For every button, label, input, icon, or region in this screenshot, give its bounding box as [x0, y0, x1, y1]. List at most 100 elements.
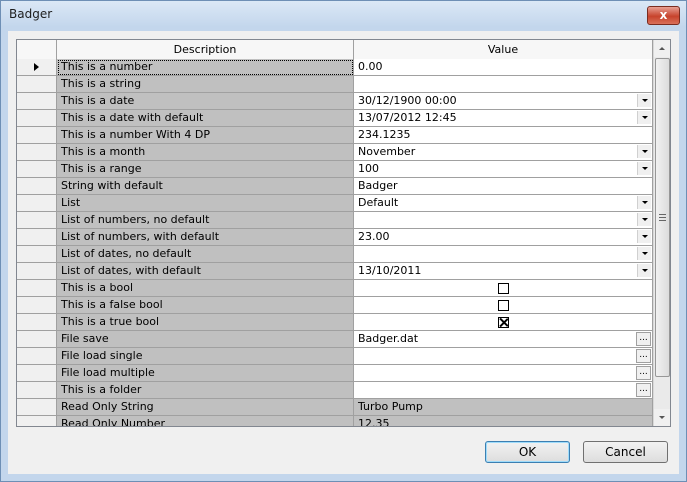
row-selector-cell[interactable]: [17, 297, 57, 314]
title-bar[interactable]: Badger x: [1, 1, 686, 27]
browse-button[interactable]: ...: [636, 332, 651, 346]
table-row[interactable]: This is a folder...: [17, 382, 653, 399]
dialog-window: Badger x Description Value This is a num…: [0, 0, 687, 482]
table-row[interactable]: File load multiple...: [17, 365, 653, 382]
row-selector-cell[interactable]: [17, 144, 57, 161]
table-row[interactable]: This is a true bool: [17, 314, 653, 331]
row-value-cell[interactable]: [354, 76, 653, 93]
scroll-down-icon[interactable]: [654, 409, 670, 426]
table-row[interactable]: This is a date with default 13/07/2012 12…: [17, 110, 653, 127]
row-selector-cell[interactable]: [17, 314, 57, 331]
row-selector-cell[interactable]: [17, 416, 57, 426]
close-icon: x: [659, 8, 668, 22]
row-selector-cell[interactable]: [17, 110, 57, 127]
row-value-cell: 12.35: [354, 416, 653, 426]
row-value-cell[interactable]: [354, 297, 653, 314]
table-row[interactable]: List of dates, with default 13/10/2011: [17, 263, 653, 280]
row-value-cell[interactable]: 13/10/2011: [354, 263, 653, 280]
table-row[interactable]: This is a date 30/12/1900 00:00: [17, 93, 653, 110]
scroll-up-icon[interactable]: [654, 40, 670, 57]
dropdown-arrow-icon[interactable]: [637, 196, 651, 209]
table-row[interactable]: Read Only Number 12.35: [17, 416, 653, 426]
row-selector-cell[interactable]: [17, 280, 57, 297]
dropdown-arrow-icon[interactable]: [637, 230, 651, 243]
table-row[interactable]: List of numbers, no default: [17, 212, 653, 229]
browse-button[interactable]: ...: [636, 383, 651, 397]
row-selector-cell[interactable]: [17, 331, 57, 348]
row-value-cell[interactable]: 100: [354, 161, 653, 178]
row-selector-cell[interactable]: [17, 348, 57, 365]
dropdown-arrow-icon[interactable]: [637, 111, 651, 124]
row-selector-cell[interactable]: [17, 161, 57, 178]
table-row[interactable]: String with default Badger: [17, 178, 653, 195]
row-value-cell[interactable]: [354, 212, 653, 229]
row-value-cell[interactable]: November: [354, 144, 653, 161]
table-row[interactable]: File save Badger.dat...: [17, 331, 653, 348]
browse-button[interactable]: ...: [636, 366, 651, 380]
table-row[interactable]: Read Only String Turbo Pump: [17, 399, 653, 416]
table-row[interactable]: This is a bool: [17, 280, 653, 297]
close-button[interactable]: x: [647, 6, 680, 25]
table-row[interactable]: List of numbers, with default 23.00: [17, 229, 653, 246]
header-description[interactable]: Description: [57, 40, 354, 59]
row-selector-cell[interactable]: [17, 127, 57, 144]
row-selector-cell[interactable]: [17, 263, 57, 280]
row-description: File load multiple: [57, 365, 354, 382]
table-row[interactable]: This is a number 0.00: [17, 59, 653, 76]
checkbox-unchecked[interactable]: [498, 283, 509, 294]
row-value-cell[interactable]: 23.00: [354, 229, 653, 246]
table-row[interactable]: This is a string: [17, 76, 653, 93]
row-value-cell[interactable]: [354, 314, 653, 331]
row-selector-cell[interactable]: [17, 229, 57, 246]
row-selector-cell[interactable]: [17, 365, 57, 382]
row-value-cell[interactable]: 30/12/1900 00:00: [354, 93, 653, 110]
dropdown-arrow-icon[interactable]: [637, 94, 651, 107]
row-selector-cell[interactable]: [17, 382, 57, 399]
table-row[interactable]: This is a number With 4 DP 234.1235: [17, 127, 653, 144]
row-selector-cell[interactable]: [17, 195, 57, 212]
window-title: Badger: [9, 7, 53, 21]
table-row[interactable]: This is a month November: [17, 144, 653, 161]
row-description: Read Only Number: [57, 416, 354, 426]
row-selector-cell[interactable]: [17, 212, 57, 229]
row-value-cell[interactable]: ...: [354, 382, 653, 399]
scroll-thumb[interactable]: [655, 58, 670, 377]
row-value-cell[interactable]: ...: [354, 348, 653, 365]
checkbox-unchecked[interactable]: [498, 300, 509, 311]
row-value-cell[interactable]: 0.00: [354, 59, 653, 76]
row-selector-cell[interactable]: [17, 178, 57, 195]
table-row[interactable]: List of dates, no default: [17, 246, 653, 263]
cancel-button[interactable]: Cancel: [583, 441, 668, 463]
vertical-scrollbar[interactable]: [653, 40, 670, 426]
dropdown-arrow-icon[interactable]: [637, 247, 651, 260]
row-value-cell[interactable]: Default: [354, 195, 653, 212]
row-value-cell[interactable]: Badger.dat...: [354, 331, 653, 348]
header-value[interactable]: Value: [354, 40, 653, 59]
table-row[interactable]: List Default: [17, 195, 653, 212]
row-value: 30/12/1900 00:00: [358, 94, 457, 107]
row-value-cell[interactable]: [354, 246, 653, 263]
row-value-cell[interactable]: 234.1235: [354, 127, 653, 144]
dropdown-arrow-icon[interactable]: [637, 145, 651, 158]
row-selector-cell[interactable]: [17, 93, 57, 110]
table-row[interactable]: File load single...: [17, 348, 653, 365]
row-value-cell[interactable]: 13/07/2012 12:45: [354, 110, 653, 127]
row-description: This is a true bool: [57, 314, 354, 331]
checkbox-checked[interactable]: [498, 317, 509, 328]
browse-button[interactable]: ...: [636, 349, 651, 363]
dropdown-arrow-icon[interactable]: [637, 264, 651, 277]
row-selector-cell[interactable]: [17, 76, 57, 93]
row-value-cell[interactable]: Badger: [354, 178, 653, 195]
row-selector-cell[interactable]: [17, 399, 57, 416]
row-value-cell[interactable]: [354, 280, 653, 297]
row-selector-cell[interactable]: [17, 59, 57, 76]
row-value-cell[interactable]: ...: [354, 365, 653, 382]
row-value: 13/07/2012 12:45: [358, 111, 457, 124]
dropdown-arrow-icon[interactable]: [637, 162, 651, 175]
table-row[interactable]: This is a range 100: [17, 161, 653, 178]
current-row-arrow-icon: [34, 63, 39, 71]
ok-button[interactable]: OK: [485, 441, 570, 463]
dropdown-arrow-icon[interactable]: [637, 213, 651, 226]
row-selector-cell[interactable]: [17, 246, 57, 263]
table-row[interactable]: This is a false bool: [17, 297, 653, 314]
